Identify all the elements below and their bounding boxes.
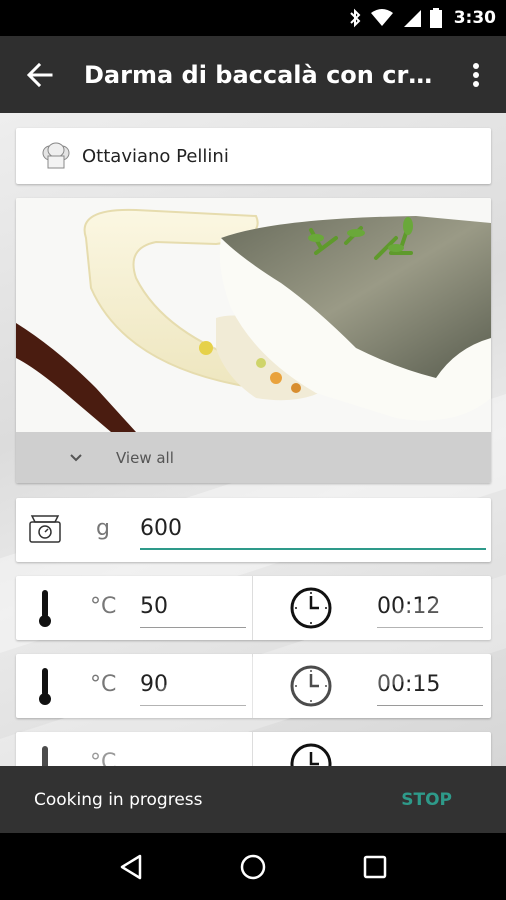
status-time: 3:30 [453,8,496,28]
temperature-section: °C 90 [16,654,253,718]
time-section [253,732,490,766]
temperature-unit-label: °C [90,672,117,697]
clock-icon [290,743,332,766]
system-nav-bar [0,833,506,900]
temperature-unit-label: °C [90,750,117,766]
nav-recents-button[interactable] [345,837,405,897]
battery-icon [429,8,442,28]
back-button[interactable] [0,36,80,113]
thermometer-icon [39,590,51,627]
status-bar: 3:30 [0,0,506,36]
nav-back-icon [120,854,142,879]
stop-button[interactable]: STOP [401,790,452,810]
chef-hat-icon [36,142,76,170]
chevron-down-icon [66,453,86,463]
more-vert-icon [473,62,479,87]
arrow-back-icon [27,62,53,87]
weight-unit-label: g [96,516,110,541]
view-all-label: View all [116,448,174,467]
app-bar: Darma di baccalà con crem… [0,36,506,113]
chef-card[interactable]: Ottaviano Pellini [16,128,491,184]
time-input[interactable]: 00:12 [377,592,483,628]
time-section: 00:15 [253,654,490,718]
recipe-content[interactable]: Ottaviano Pellini View all g 600 °C 50 0… [0,113,506,766]
temperature-unit-label: °C [90,594,117,619]
temperature-section: °C 50 [16,576,253,640]
overflow-menu-button[interactable] [446,36,506,113]
view-all-button[interactable]: View all [16,432,491,483]
snackbar: Cooking in progress STOP [0,766,506,833]
weight-input[interactable]: 600 [140,510,486,550]
signal-icon [403,10,421,27]
chef-name: Ottaviano Pellini [82,145,229,167]
temperature-input[interactable]: 50 [140,592,246,628]
weight-card: g 600 [16,498,491,562]
nav-recents-icon [363,855,387,878]
recipe-photo-card: View all [16,198,491,483]
temperature-input[interactable] [140,748,246,766]
time-input[interactable] [377,748,483,766]
clock-icon [290,587,332,629]
temperature-input[interactable]: 90 [140,670,246,706]
nav-home-icon [240,854,266,879]
page-title: Darma di baccalà con crem… [84,60,446,89]
cooking-step: °C [16,732,491,766]
wifi-icon [370,9,393,26]
thermometer-icon [42,746,48,766]
recipe-photo [16,198,491,432]
snackbar-message: Cooking in progress [34,789,203,810]
cooking-step: °C 50 00:12 [16,576,491,640]
bluetooth-icon [349,8,361,28]
clock-icon [290,665,332,707]
nav-back-button[interactable] [101,837,161,897]
time-input[interactable]: 00:15 [377,670,483,706]
thermometer-icon [39,668,51,705]
kitchen-scale-icon [29,515,61,543]
temperature-section: °C [16,732,253,766]
nav-home-button[interactable] [223,837,283,897]
time-section: 00:12 [253,576,490,640]
cooking-step: °C 90 00:15 [16,654,491,718]
